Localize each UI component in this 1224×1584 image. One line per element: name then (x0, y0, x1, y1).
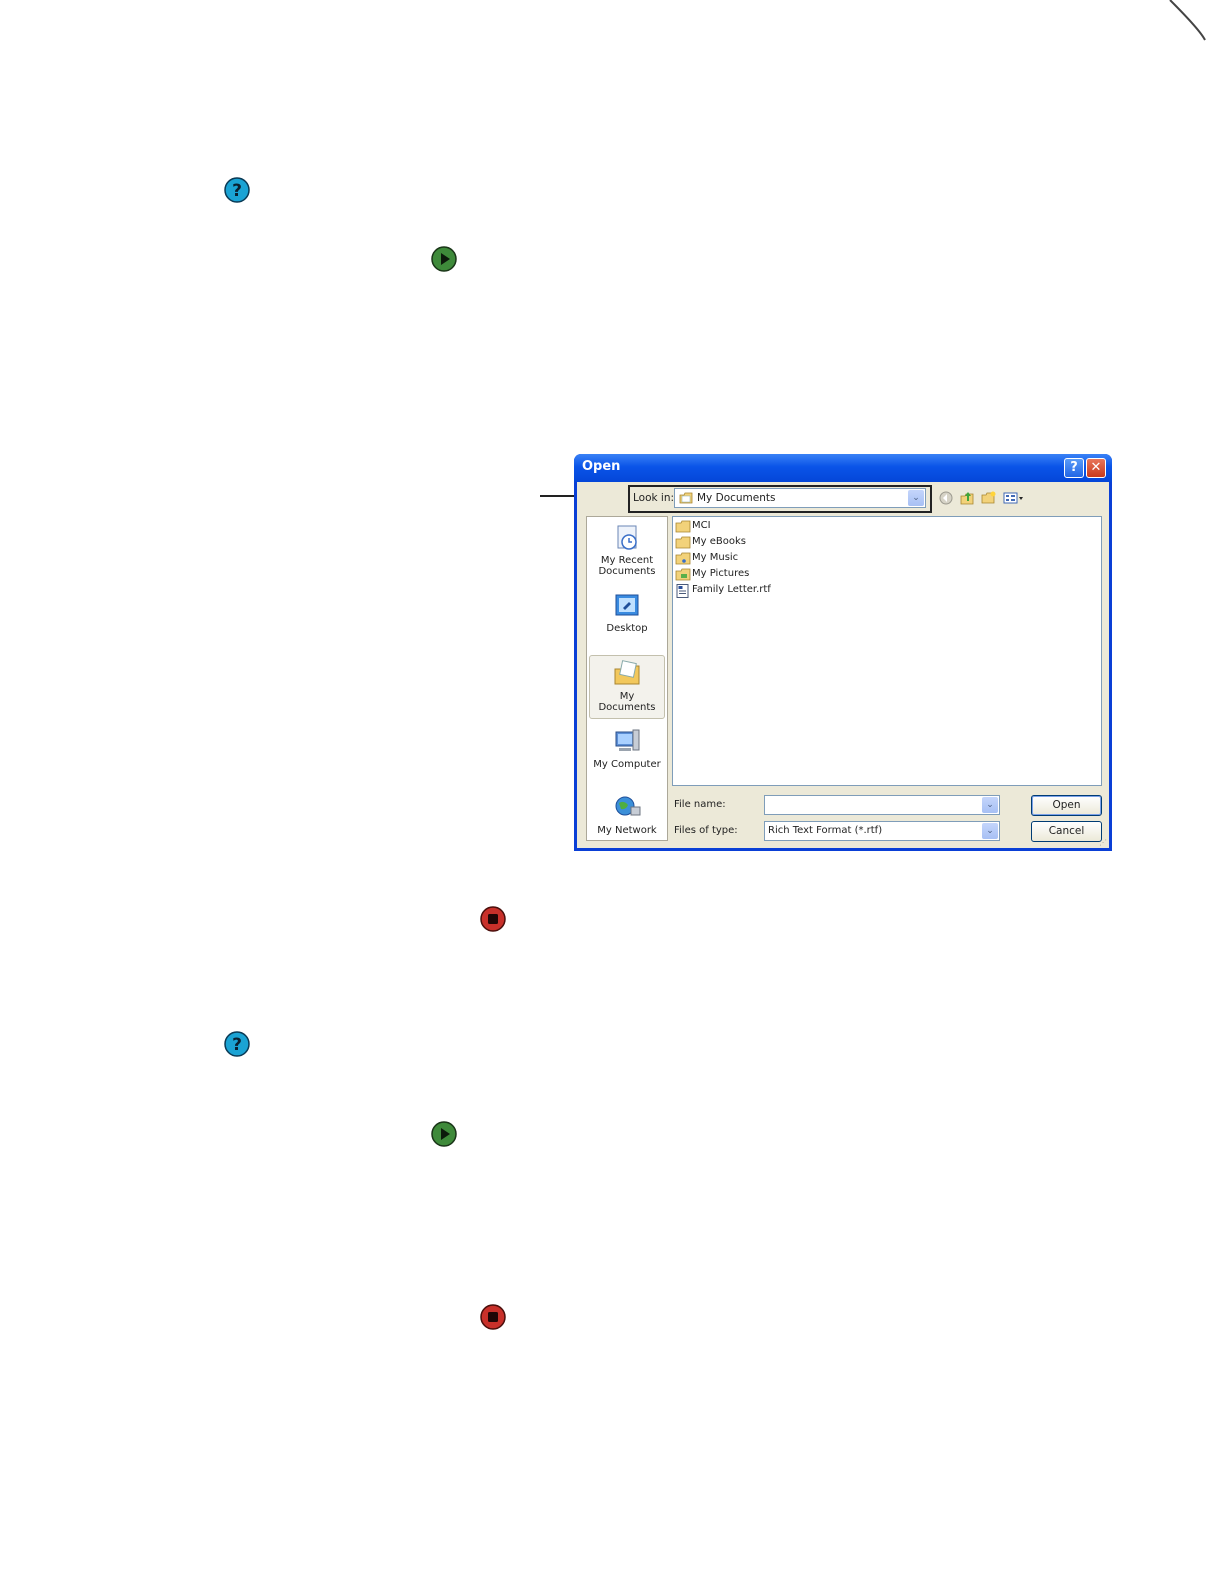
file-name: MCI (692, 520, 711, 531)
look-in-value: My Documents (697, 492, 776, 504)
play-icon (431, 1121, 457, 1147)
my-network-icon (615, 796, 641, 816)
file-name-label: File name: (674, 799, 726, 810)
play-icon (431, 246, 457, 272)
dialog-title: Open (582, 459, 621, 474)
place-label: My Documents (598, 691, 656, 713)
open-dialog: Open ? ✕ Look in: My Documents ⌄ My Rece… (574, 454, 1112, 851)
places-bar: My Recent Documents Desktop My Documents (586, 516, 668, 841)
place-label-line2: Documents (598, 566, 656, 577)
place-desktop[interactable]: Desktop (587, 591, 667, 634)
chevron-down-icon[interactable]: ⌄ (908, 490, 924, 506)
rtf-document-icon (676, 584, 689, 598)
svg-text:?: ? (232, 1035, 242, 1055)
files-of-type-label: Files of type: (674, 825, 738, 836)
file-name: Family Letter.rtf (692, 584, 771, 595)
music-folder-icon (675, 552, 691, 565)
resize-grip-icon[interactable]: ⋰ (1099, 838, 1107, 847)
place-label: My Computer (593, 759, 661, 770)
place-label: Desktop (606, 623, 648, 634)
place-my-computer[interactable]: My Computer (587, 727, 667, 770)
dialog-client: Look in: My Documents ⌄ My Recent Docume… (577, 482, 1109, 848)
file-name: My Pictures (692, 568, 750, 579)
dialog-titlebar[interactable]: Open ? ✕ (574, 454, 1112, 482)
file-name: My Music (692, 552, 739, 563)
look-in-label: Look in: (633, 492, 675, 504)
pictures-folder-icon (675, 568, 691, 581)
up-folder-icon[interactable] (959, 490, 975, 506)
back-icon[interactable] (938, 490, 954, 506)
file-name-field[interactable]: ⌄ (764, 795, 1000, 815)
chevron-down-icon[interactable]: ⌄ (982, 797, 998, 813)
help-icon: ? (224, 1031, 250, 1057)
folder-icon (675, 520, 691, 533)
close-button[interactable]: ✕ (1086, 458, 1106, 478)
files-of-type-dropdown[interactable]: Rich Text Format (*.rtf) ⌄ (764, 821, 1000, 841)
views-menu-icon[interactable] (1003, 490, 1025, 506)
help-icon: ? (224, 177, 250, 203)
svg-text:?: ? (232, 181, 242, 201)
files-of-type-value: Rich Text Format (*.rtf) (768, 825, 883, 836)
place-my-network[interactable]: My Network (587, 793, 667, 836)
my-computer-icon (615, 729, 640, 751)
recent-documents-icon (617, 525, 637, 550)
file-list[interactable]: MCI My eBooks My Music My Pictures Famil… (672, 516, 1102, 786)
stop-icon (480, 1304, 506, 1330)
file-name: My eBooks (692, 536, 746, 547)
page-edge-curve (1169, 0, 1206, 41)
open-button[interactable]: Open (1031, 795, 1102, 816)
new-folder-icon[interactable] (981, 490, 997, 506)
my-documents-icon (679, 492, 693, 504)
look-in-dropdown[interactable]: My Documents ⌄ (674, 488, 926, 508)
help-button[interactable]: ? (1064, 458, 1084, 478)
place-label: My Network (597, 825, 657, 836)
place-my-documents[interactable]: My Documents (589, 655, 665, 719)
cancel-button[interactable]: Cancel (1031, 821, 1102, 842)
stop-icon (480, 906, 506, 932)
place-my-recent-documents[interactable]: My Recent Documents (587, 523, 667, 577)
folder-icon (675, 536, 691, 549)
place-label-line1: My Recent (600, 555, 654, 566)
chevron-down-icon[interactable]: ⌄ (982, 823, 998, 839)
my-documents-icon (614, 660, 640, 685)
desktop-icon (615, 594, 639, 616)
